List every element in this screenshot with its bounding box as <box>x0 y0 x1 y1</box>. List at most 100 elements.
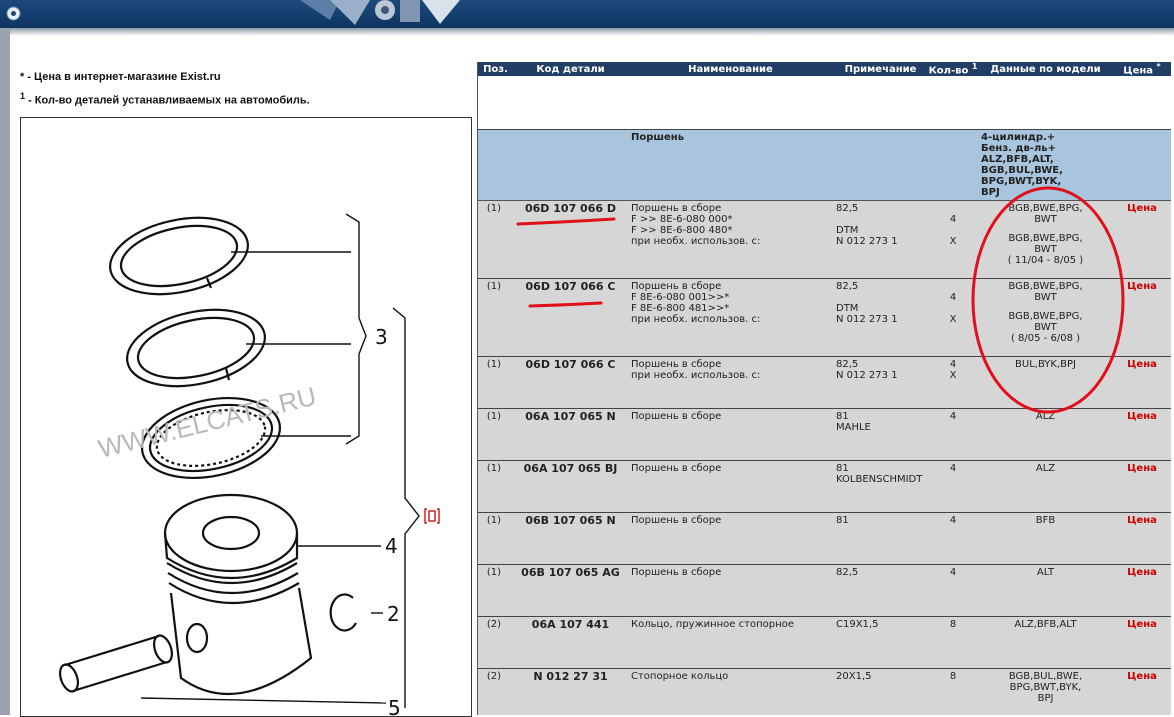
part-code-link[interactable]: 06A 107 065 BJ <box>513 460 628 514</box>
part-name-cell-line: Поршень в сборе <box>631 359 722 371</box>
model-cell: ALT <box>978 564 1113 618</box>
model-cell-line: ALZ <box>1035 411 1056 423</box>
group-code-cell <box>513 129 628 202</box>
group-model-line: BGB,BUL,BWE, <box>981 165 1063 177</box>
group-model-line: 4-цилиндр.+ <box>981 132 1056 144</box>
note-cell-line <box>836 292 925 303</box>
qty-cell-line <box>931 281 975 292</box>
model-cell: BFB <box>978 512 1113 566</box>
model-cell-line: ( 11/04 - 8/05 ) <box>1007 255 1084 267</box>
model-cell: ALZ,BFB,ALT <box>978 616 1113 670</box>
model-cell-line: ALZ <box>1035 463 1056 475</box>
table-row[interactable]: (1) 06A 107 065 BJ Поршень в сборе 81 KOLBEN… <box>478 460 1171 514</box>
model-cell-line: BGB,BWE,BPG, <box>1008 203 1083 215</box>
home-button[interactable] <box>6 6 21 21</box>
price-link[interactable]: Цена <box>1113 564 1171 618</box>
note-cell: 81 MAHLE <box>833 408 928 462</box>
part-name-cell: Поршень в сборе F >> 8E-6-080 000* F >> 8E… <box>628 200 833 280</box>
qty-cell: 8 <box>928 616 978 670</box>
table-row[interactable]: (1) 06B 107 065 N Поршень в сборе 81 4 BFB Цен… <box>478 512 1171 566</box>
model-cell-line: ( 8/05 - 6/08 ) <box>1010 333 1081 345</box>
part-name-cell-line: F >> 8E-6-800 480* <box>631 225 733 237</box>
price-link[interactable]: Цена <box>1113 512 1171 566</box>
model-cell-line: BWT <box>1034 244 1057 256</box>
header-qty-sup: 1 <box>971 62 978 71</box>
qty-cell-line: X <box>949 314 957 326</box>
model-cell-line: BGB,BWE,BPG, <box>1008 281 1083 293</box>
model-cell-line: BPG,BWT,BYK, <box>1009 682 1082 694</box>
table-row[interactable]: (2) N 012 27 31 Стопорное кольцо 20X1,5 8 BGB… <box>478 668 1171 715</box>
qty-cell-line: X <box>949 370 957 382</box>
part-name-cell-line: F >> 8E-6-080 000* <box>631 214 733 226</box>
price-link[interactable]: Цена <box>1113 460 1171 514</box>
parts-table-panel: Поз. Код детали Наименование Примечание … <box>477 62 1171 715</box>
table-row[interactable]: (1) 06D 107 066 D Поршень в сборе F >> 8E-6… <box>478 200 1171 280</box>
note-cell-line: N 012 273 1 <box>836 370 898 382</box>
table-row[interactable]: (1) 06B 107 065 AG Поршень в сборе 82,5 4 ALT… <box>478 564 1171 618</box>
qty-cell: 8 <box>928 668 978 715</box>
price-link[interactable]: Цена <box>1113 200 1171 280</box>
position-cell: (2) <box>478 668 513 715</box>
group-name-cell: Поршень <box>628 129 833 202</box>
price-link[interactable]: Цена <box>1113 408 1171 462</box>
qty-cell-line <box>931 203 975 214</box>
header-price: Цена * <box>1113 62 1171 77</box>
table-row[interactable]: (1) 06A 107 065 N Поршень в сборе 81 MAHLE 4 A… <box>478 408 1171 462</box>
part-name-cell-line: Поршень в сборе <box>631 515 722 527</box>
part-code-link[interactable]: 06B 107 065 AG <box>513 564 628 618</box>
part-name-cell: Кольцо, пружинное стопорное <box>628 616 833 670</box>
price-link[interactable]: Цена <box>1113 668 1171 715</box>
model-cell-line: ALT <box>1036 567 1055 579</box>
price-link[interactable]: Цена <box>1113 356 1171 410</box>
part-code-link[interactable]: 06D 107 066 C <box>513 356 628 410</box>
parts-table: Поз. Код детали Наименование Примечание … <box>478 62 1171 715</box>
part-name-cell-line: Поршень в сборе <box>631 203 722 215</box>
table-row[interactable]: (1) 06D 107 066 C Поршень в сборе при необх… <box>478 356 1171 410</box>
part-code-link[interactable]: 06A 107 065 N <box>513 408 628 462</box>
model-cell-line: BGB,BUL,BWE, <box>1008 671 1083 683</box>
model-cell-line: BPJ <box>1037 693 1054 705</box>
part-code-link[interactable]: 06A 107 441 <box>513 616 628 670</box>
part-name-cell-line: F 8E-6-800 481>>* <box>631 303 730 315</box>
header-name: Наименование <box>628 62 833 77</box>
position-cell: (2) <box>478 616 513 670</box>
model-cell: BUL,BYK,BPJ <box>978 356 1113 410</box>
blank-cell <box>478 76 1171 131</box>
callout-5: 5 <box>388 696 401 717</box>
note-cell: 82,5 N 012 273 1 <box>833 356 928 410</box>
price-link[interactable]: Цена <box>1113 616 1171 670</box>
price-link[interactable]: Цена <box>1113 278 1171 358</box>
legend-price-text: - Цена в интернет-магазине Exist.ru <box>24 71 221 83</box>
part-code-link[interactable]: 06D 107 066 C <box>513 278 628 358</box>
note-cell-line: 82,5 <box>836 567 859 579</box>
part-code-link[interactable]: 06B 107 065 N <box>513 512 628 566</box>
group-model-line: BPJ <box>981 187 1000 199</box>
part-code-link[interactable]: 06D 107 066 D <box>513 200 628 280</box>
watermark: WWW.ELCATS.RU <box>95 381 319 464</box>
legend-qty-note: 1 - Кол-во деталей устанавливаемых на ав… <box>20 91 310 107</box>
group-pos-cell <box>478 129 513 202</box>
note-cell-line: 81 <box>836 463 849 475</box>
qty-cell: 4X <box>928 356 978 410</box>
part-code-link[interactable]: N 012 27 31 <box>513 668 628 715</box>
model-cell-line: BWT <box>1034 214 1057 226</box>
part-name-cell-line: при необх. использов. с: <box>631 314 761 326</box>
header-price-sup: * <box>1156 62 1161 71</box>
piston-ring-2 <box>126 308 266 388</box>
header-price-label: Цена <box>1123 65 1154 77</box>
wrist-pin <box>58 634 174 693</box>
header-qty: Кол-во 1 <box>928 62 978 77</box>
part-name-cell-line: Поршень в сборе <box>631 281 722 293</box>
header-pos: Поз. <box>478 62 513 77</box>
note-cell-line: N 012 273 1 <box>836 236 898 248</box>
note-cell-line <box>836 214 925 225</box>
note-cell-line: C19X1,5 <box>836 619 879 631</box>
model-cell: ALZ <box>978 408 1113 462</box>
table-row[interactable]: (1) 06D 107 066 C Поршень в сборе F 8E-6-08… <box>478 278 1171 358</box>
note-cell-line: 82,5 <box>836 281 859 293</box>
note-cell-line: 20X1,5 <box>836 671 872 683</box>
part-name-cell-line: при необх. использов. с: <box>631 370 761 382</box>
position-cell: (1) <box>478 564 513 618</box>
callout-3: 3 <box>375 325 388 349</box>
table-row[interactable]: (2) 06A 107 441 Кольцо, пружинное стопорно… <box>478 616 1171 670</box>
